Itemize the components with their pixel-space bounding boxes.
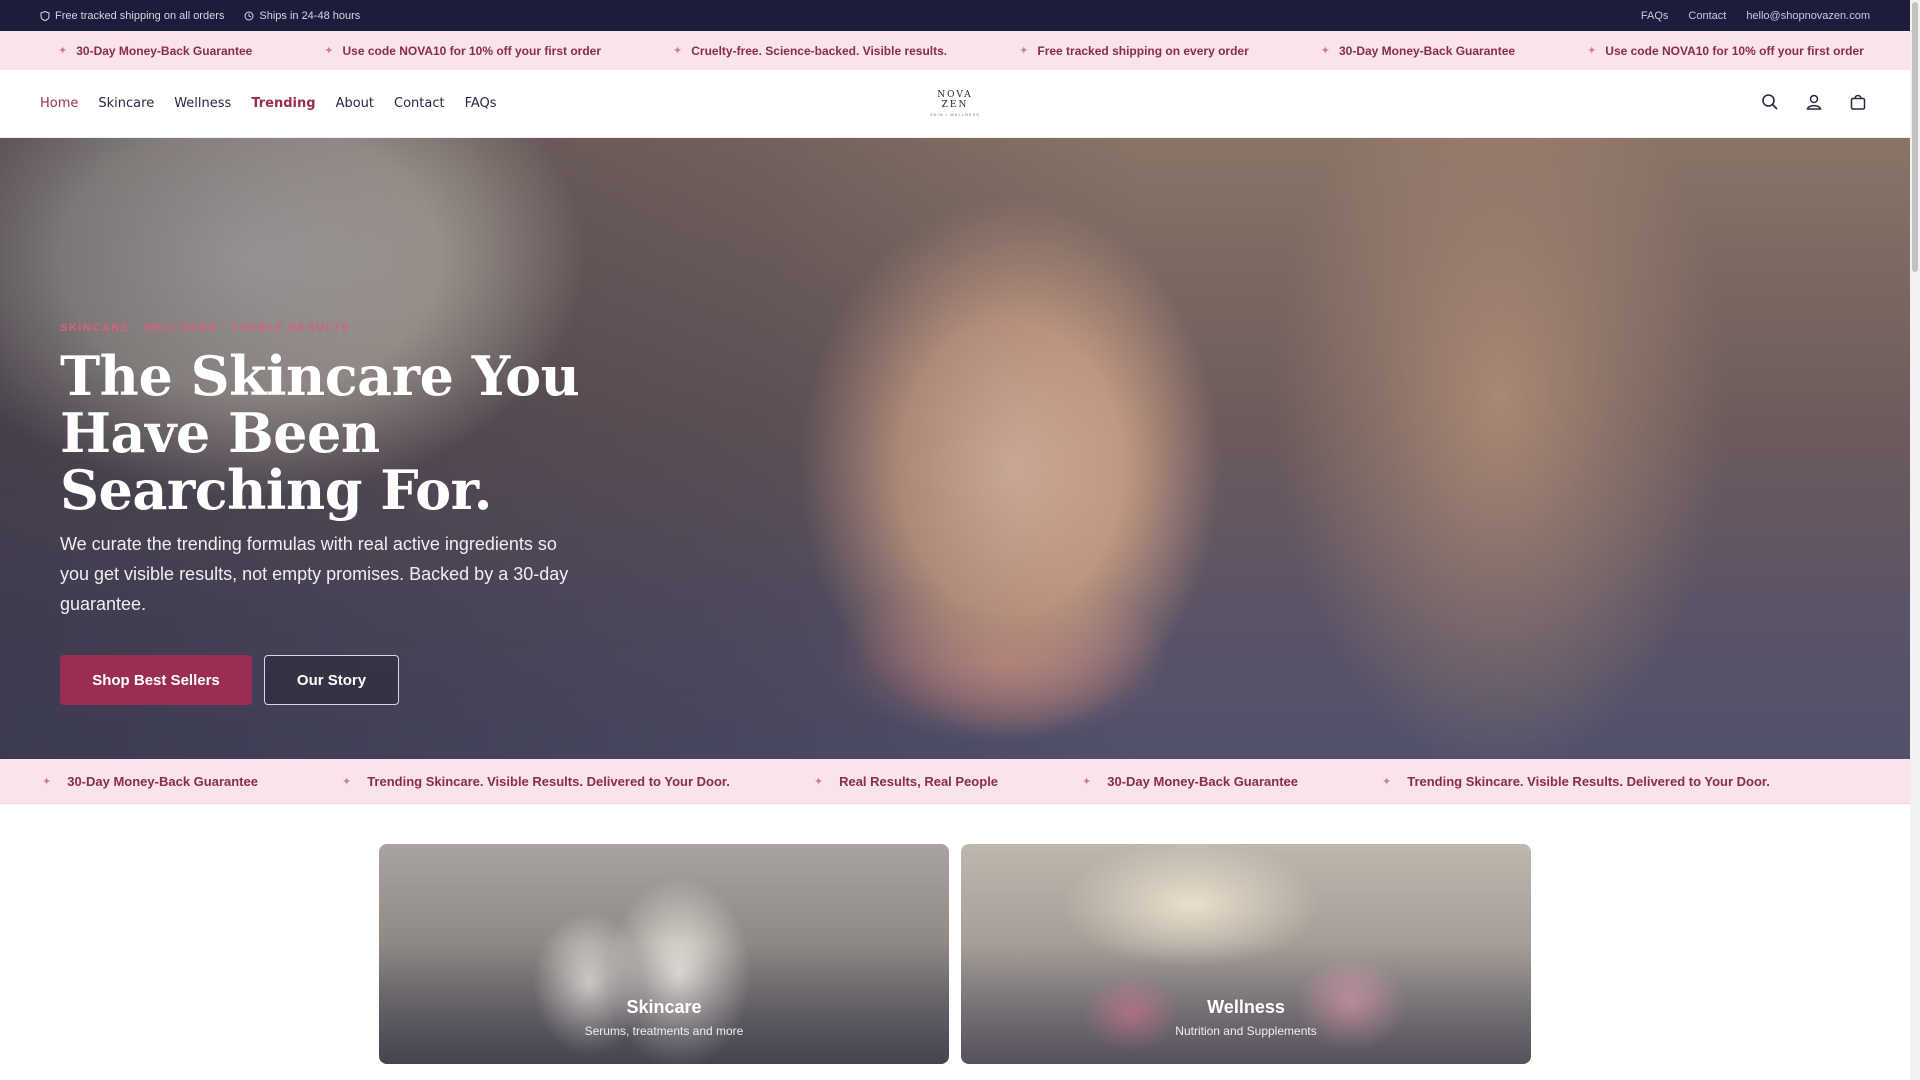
sparkle-icon: ✦ (58, 45, 68, 57)
our-story-button[interactable]: Our Story (264, 655, 399, 705)
hero-description: We curate the trending formulas with rea… (60, 534, 569, 614)
site-header: Home Skincare Wellness Trending About Co… (0, 70, 1910, 138)
marquee-item: ✦ Free tracked shipping on every order (1019, 44, 1249, 58)
nav-about[interactable]: About (336, 96, 374, 111)
marquee-text: 30-Day Money-Back Guarantee (67, 773, 258, 789)
marquee-item: ✦ 30-Day Money-Back Guarantee (1321, 44, 1515, 58)
marquee-text: Trending Skincare. Visible Results. Deli… (1407, 773, 1770, 789)
sparkle-icon: ✦ (341, 775, 352, 788)
cart-icon[interactable] (1848, 92, 1868, 112)
hero-banner: SKINCARE · WELLNESS · VISIBLE RESULTS Th… (0, 138, 1910, 759)
nav-skincare[interactable]: Skincare (98, 96, 154, 111)
marquee-item: ✦ 30-Day Money-Back Guarantee (58, 44, 252, 58)
page-scrollbar[interactable] (1910, 0, 1920, 1080)
card-title: Skincare (626, 997, 702, 1017)
marquee-item: ✦ Cruelty-free. Science-backed. Visible r… (673, 44, 947, 58)
marquee-item: ✦ Real Results, Real People (814, 774, 998, 789)
marquee-item: ✦ Use code NOVA10 for 10% off your first … (324, 44, 601, 58)
logo-wordmark: NOVA ZEN (937, 90, 973, 110)
category-card-wellness[interactable]: Wellness Nutrition and Supplements (961, 844, 1531, 1064)
scrollbar-thumb[interactable] (1912, 2, 1918, 272)
marquee-item: ✦ 30-Day Money-Back Guarantee (42, 774, 258, 789)
marquee-item: ✦ Trending Skincare. Visible Results. Del… (1382, 774, 1770, 789)
hero-buttons: Shop Best Sellers Our Story (60, 655, 600, 705)
sparkle-icon: ✦ (1587, 45, 1597, 57)
marquee-text: 30-Day Money-Back Guarantee (1338, 43, 1516, 58)
marquee-item: ✦ Trending Skincare. Visible Results. Del… (342, 774, 730, 789)
sparkle-icon: ✦ (324, 45, 334, 57)
marquee-text: Use code NOVA10 for 10% off your first o… (342, 43, 602, 58)
utility-bar: Free tracked shipping on all orders Ship… (0, 0, 1910, 31)
sparkle-icon: ✦ (42, 775, 52, 788)
sparkle-icon: ✦ (1019, 45, 1029, 57)
marquee-item: ✦ Use code NOVA10 for 10% off your first … (1587, 44, 1864, 58)
category-cards: Skincare Serums, treatments and more Wel… (379, 844, 1531, 1064)
nav-home[interactable]: Home (40, 96, 78, 111)
clock-icon (244, 11, 254, 20)
search-icon[interactable] (1760, 92, 1780, 112)
marquee-text: 30-Day Money-Back Guarantee (1107, 773, 1298, 789)
card-caption: Skincare Serums, treatments and more (379, 997, 949, 1038)
ships-note: Ships in 24-48 hours (244, 10, 360, 22)
faqs-link[interactable]: FAQs (1641, 10, 1669, 22)
hero-eyebrow: SKINCARE · WELLNESS · VISIBLE RESULTS (60, 322, 350, 334)
card-caption: Wellness Nutrition and Supplements (961, 997, 1531, 1038)
sparkle-icon: ✦ (1320, 45, 1330, 57)
hero-content: SKINCARE · WELLNESS · VISIBLE RESULTS Th… (60, 322, 600, 705)
shipping-note-text: Free tracked shipping on all orders (55, 9, 225, 22)
card-subtitle: Serums, treatments and more (584, 1024, 744, 1038)
logo-tagline: SKIN • WELLNESS (930, 112, 980, 117)
sparkle-icon: ✦ (1382, 775, 1392, 788)
shipping-note: Free tracked shipping on all orders (40, 10, 224, 22)
contact-link[interactable]: Contact (1688, 10, 1726, 22)
utility-left: Free tracked shipping on all orders Ship… (40, 10, 360, 22)
category-card-skincare[interactable]: Skincare Serums, treatments and more (379, 844, 949, 1064)
sparkle-icon: ✦ (813, 775, 824, 788)
trust-marquee: ✦ 30-Day Money-Back Guarantee ✦ Trending S… (0, 759, 1910, 804)
marquee-item: ✦ 30-Day Money-Back Guarantee (1082, 774, 1298, 789)
nav-faqs[interactable]: FAQs (465, 96, 497, 111)
hero-title: The Skincare You Have Been Searching For… (60, 344, 580, 522)
shop-best-sellers-button[interactable]: Shop Best Sellers (60, 655, 252, 705)
sparkle-icon: ✦ (673, 45, 683, 57)
nav-contact[interactable]: Contact (394, 96, 445, 111)
sparkle-icon: ✦ (1082, 775, 1092, 788)
marquee-text: Cruelty-free. Science-backed. Visible re… (691, 43, 948, 58)
header-actions (1760, 92, 1868, 112)
marquee-text: Free tracked shipping on every order (1037, 43, 1249, 58)
account-icon[interactable] (1804, 92, 1824, 112)
main-nav: Home Skincare Wellness Trending About Co… (40, 96, 497, 111)
nav-wellness[interactable]: Wellness (174, 96, 231, 111)
card-title: Wellness (1207, 997, 1285, 1017)
nav-trending[interactable]: Trending (251, 96, 315, 111)
marquee-text: Real Results, Real People (839, 773, 999, 789)
card-subtitle: Nutrition and Supplements (1175, 1024, 1317, 1038)
utility-links: FAQs Contact hello@shopnovazen.com (1641, 10, 1870, 22)
email-link[interactable]: hello@shopnovazen.com (1746, 10, 1870, 22)
marquee-text: 30-Day Money-Back Guarantee (76, 43, 253, 58)
ships-note-text: Ships in 24-48 hours (259, 9, 361, 22)
shield-icon (40, 10, 50, 21)
announcement-marquee: ✦ 30-Day Money-Back Guarantee ✦ Use code N… (0, 31, 1910, 70)
marquee-text: Use code NOVA10 for 10% off your first o… (1605, 43, 1864, 58)
site-logo[interactable]: NOVA ZEN SKIN • WELLNESS (924, 90, 986, 117)
marquee-text: Trending Skincare. Visible Results. Deli… (367, 773, 730, 789)
